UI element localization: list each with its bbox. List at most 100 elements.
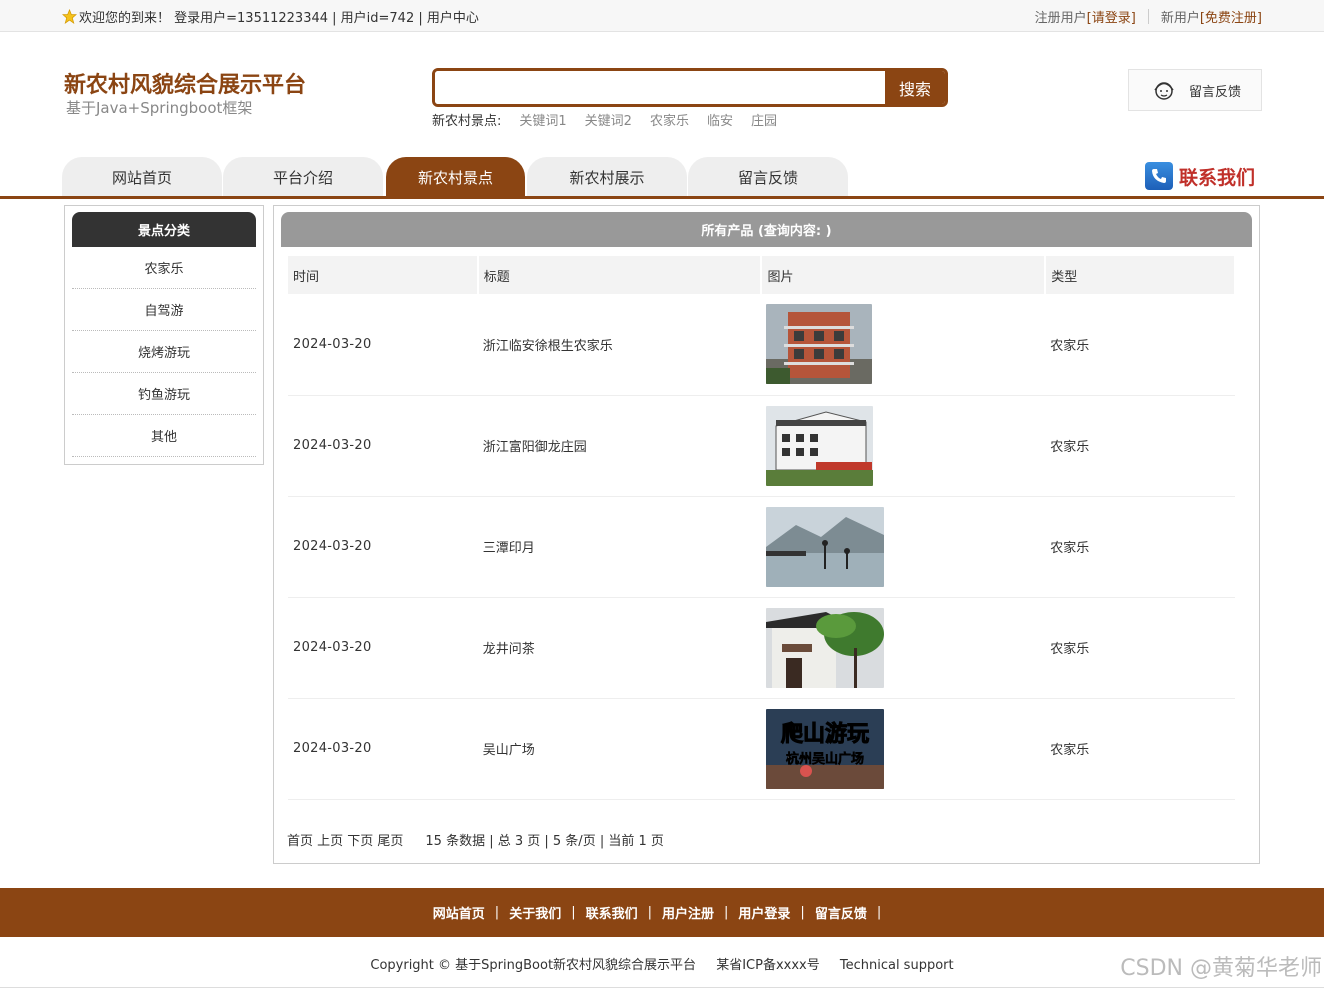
login-link[interactable]: [请登录] (1087, 7, 1136, 26)
row-title[interactable]: 龙井问茶 (477, 597, 762, 699)
lake-photo[interactable] (766, 506, 885, 587)
category-item[interactable]: 农家乐 (72, 247, 256, 289)
row-type: 农家乐 (1045, 698, 1235, 800)
row-type: 农家乐 (1045, 597, 1235, 699)
pagination: 首页 上页 下页 尾页 15 条数据 | 总 3 页 | 5 条/页 | 当前 1… (287, 830, 664, 849)
nav-item-attractions[interactable]: 新农村景点 (386, 157, 525, 197)
column-header-type: 类型 (1045, 256, 1236, 294)
headset-icon (1154, 82, 1174, 100)
welcome-area: 欢迎您的到来！ 登录用户=13511223344 | 用户id=742 | 用户… (62, 7, 479, 26)
support-text: Technical support (839, 958, 954, 973)
hotword-link[interactable]: 庄园 (751, 110, 777, 129)
search-box: 搜索 (432, 68, 948, 107)
row-image-cell (761, 597, 1046, 699)
row-title[interactable]: 浙江富阳御龙庄园 (477, 395, 762, 497)
row-title-link[interactable]: 吴山广场 (483, 743, 535, 758)
hotword-link[interactable]: 农家乐 (650, 110, 689, 129)
row-date: 2024-03-20 (288, 698, 478, 800)
row-date: 2024-03-20 (288, 395, 478, 497)
footer-link-home[interactable]: 网站首页 (433, 903, 485, 922)
new-user-label: 新用户 (1160, 11, 1200, 26)
row-type: 农家乐 (1045, 395, 1235, 497)
table-header-row: 时间 标题 图片 类型 (288, 256, 1236, 294)
row-title[interactable]: 吴山广场 (477, 698, 762, 800)
footer-link-register[interactable]: 用户注册 (662, 903, 714, 922)
divider (1147, 9, 1149, 24)
panel-title: 所有产品 (查询内容: ) (281, 212, 1252, 247)
category-item[interactable]: 其他 (72, 415, 256, 457)
poster-photo[interactable]: 爬山游玩 杭州吴山广场 (766, 708, 885, 789)
product-table: 时间 标题 图片 类型 2024-03-20 浙江临安徐根生农家乐 农家乐 20… (288, 256, 1236, 800)
row-image-cell (761, 294, 1046, 396)
row-title-link[interactable]: 浙江富阳御龙庄园 (483, 440, 587, 455)
top-bar: 欢迎您的到来！ 登录用户=13511223344 | 用户id=742 | 用户… (0, 0, 1324, 32)
signup-link[interactable]: [免费注册] (1200, 7, 1262, 26)
hotword-link[interactable]: 临安 (707, 110, 733, 129)
category-list: 农家乐 自驾游 烧烤游玩 钓鱼游玩 其他 (72, 247, 256, 457)
nav-item-showcase[interactable]: 新农村展示 (527, 157, 687, 197)
watermark: CSDN @黄菊华老师 (1120, 956, 1322, 981)
icp-text: 某省ICP备xxxx号 (716, 958, 820, 973)
footer-link-about[interactable]: 关于我们 (509, 903, 561, 922)
hotwords: 新农村景点: 关键词1 关键词2 农家乐 临安 庄园 (432, 110, 777, 129)
building-photo[interactable] (766, 304, 873, 385)
row-type: 农家乐 (1045, 496, 1235, 598)
category-item[interactable]: 自驾游 (72, 289, 256, 331)
footer-nav: 网站首页 | 关于我们 | 联系我们 | 用户注册 | 用户登录 | 留言反馈 | (0, 888, 1324, 937)
site-subtitle: 基于Java+Springboot框架 (66, 99, 253, 117)
contact-us-label: 联系我们 (1179, 166, 1256, 189)
contact-us-link[interactable]: 联系我们 (1145, 162, 1255, 190)
site-title: 新农村风貌综合展示平台 (64, 73, 307, 98)
footer-link-feedback[interactable]: 留言反馈 (815, 903, 867, 922)
poster-caption: 杭州吴山广场 (786, 751, 864, 767)
hotword-link[interactable]: 关键词1 (519, 110, 566, 129)
row-title[interactable]: 浙江临安徐根生农家乐 (477, 294, 762, 396)
feedback-button[interactable]: 留言反馈 (1128, 69, 1262, 111)
row-date: 2024-03-20 (288, 496, 478, 598)
table-row: 2024-03-20 浙江临安徐根生农家乐 农家乐 (288, 294, 1235, 396)
row-title-link[interactable]: 浙江临安徐根生农家乐 (483, 339, 613, 354)
hotwords-label: 新农村景点: (432, 114, 502, 129)
category-sidebar: 景点分类 农家乐 自驾游 烧烤游玩 钓鱼游玩 其他 (64, 205, 264, 465)
registered-label: 注册用户 (1034, 11, 1087, 26)
phone-icon (1145, 162, 1173, 190)
row-image-cell: 爬山游玩 杭州吴山广场 (761, 698, 1046, 800)
welcome-text: 欢迎您的到来！ 登录用户=13511223344 | 用户id=742 | 用户… (79, 11, 479, 26)
row-image-cell (761, 395, 1046, 497)
footer-link-contact[interactable]: 联系我们 (586, 903, 638, 922)
row-date: 2024-03-20 (288, 294, 478, 396)
row-title-link[interactable]: 三潭印月 (483, 541, 535, 556)
product-panel: 所有产品 (查询内容: ) 时间 标题 图片 类型 2024-03-20 浙江临… (273, 205, 1260, 864)
category-item[interactable]: 烧烤游玩 (72, 331, 256, 373)
nav-item-about[interactable]: 平台介绍 (223, 157, 383, 197)
row-image-cell (761, 496, 1046, 598)
search-input[interactable] (435, 71, 885, 104)
nav-item-home[interactable]: 网站首页 (62, 157, 222, 197)
feedback-label: 留言反馈 (1189, 84, 1242, 100)
star-icon (62, 9, 77, 24)
auth-links: 注册用户 [请登录] 新用户 [免费注册] (1035, 7, 1262, 26)
table-row: 2024-03-20 三潭印月 农家乐 (288, 496, 1235, 598)
row-date: 2024-03-20 (288, 597, 478, 699)
row-type: 农家乐 (1045, 294, 1235, 396)
row-title-link[interactable]: 龙井问茶 (483, 642, 535, 657)
nav-item-feedback[interactable]: 留言反馈 (688, 157, 848, 197)
table-row: 2024-03-20 吴山广场 爬山游玩 杭州吴山广场 农家乐 (288, 698, 1235, 800)
poster-headline: 爬山游玩 (781, 721, 869, 747)
column-header-image: 图片 (761, 256, 1047, 294)
manor-photo[interactable] (766, 405, 874, 486)
main-nav: 网站首页 平台介绍 新农村景点 新农村展示 留言反馈 (62, 157, 849, 197)
row-title[interactable]: 三潭印月 (477, 496, 762, 598)
column-header-time: 时间 (288, 256, 479, 294)
garden-photo[interactable] (766, 607, 885, 688)
footer-link-login[interactable]: 用户登录 (738, 903, 790, 922)
sidebar-title: 景点分类 (72, 212, 256, 247)
table-row: 2024-03-20 浙江富阳御龙庄园 农家乐 (288, 395, 1235, 497)
hotword-link[interactable]: 关键词2 (585, 110, 632, 129)
category-item[interactable]: 钓鱼游玩 (72, 373, 256, 415)
column-header-title: 标题 (477, 256, 763, 294)
nav-divider (0, 196, 1324, 199)
pager-links[interactable]: 首页 上页 下页 尾页 (287, 834, 403, 849)
search-button[interactable]: 搜索 (885, 71, 945, 104)
table-row: 2024-03-20 龙井问茶 农家乐 (288, 597, 1235, 699)
